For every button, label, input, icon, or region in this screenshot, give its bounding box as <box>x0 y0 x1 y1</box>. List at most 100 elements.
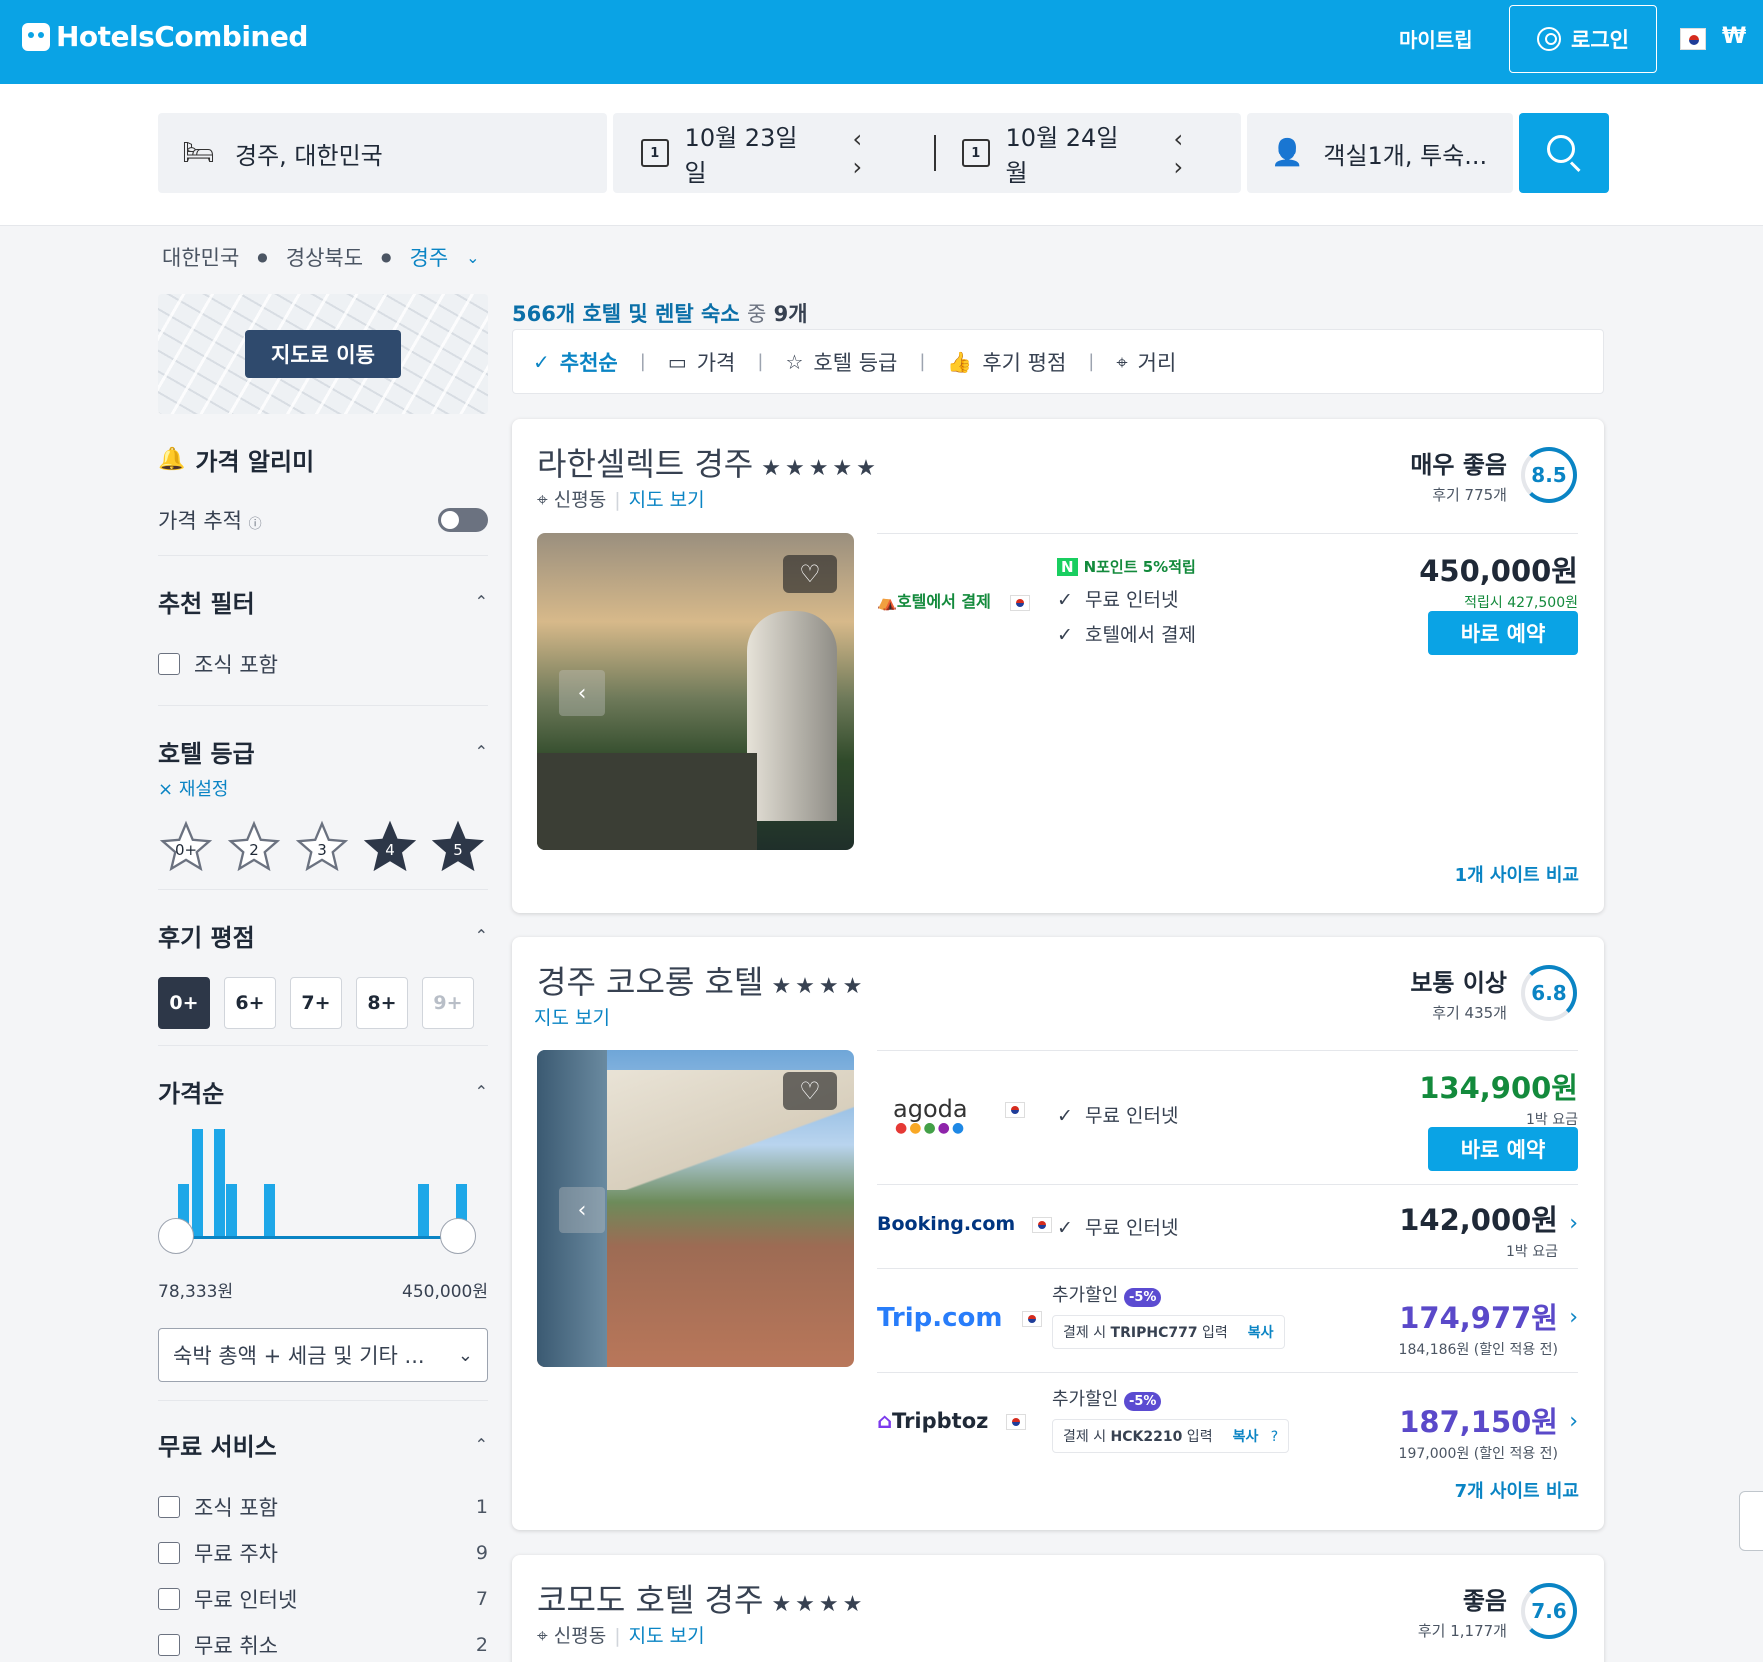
search-button[interactable] <box>1519 113 1609 193</box>
chevron-up-icon[interactable]: ⌃ <box>475 926 488 945</box>
free-service-checkbox[interactable] <box>158 1542 180 1564</box>
sort-review-score[interactable]: 후기 평점 <box>982 347 1066 377</box>
view-map-link[interactable]: 지도 보기 <box>629 1625 705 1647</box>
reset-link[interactable]: × 재설정 <box>158 775 488 801</box>
star-filter-0[interactable]: 0+ <box>158 819 214 875</box>
sort-price[interactable]: 가격 <box>697 347 736 377</box>
price-track-toggle[interactable] <box>438 508 488 532</box>
price-slider-min-handle[interactable] <box>158 1218 194 1254</box>
view-map-link[interactable]: 지도 보기 <box>629 489 705 511</box>
date-range-field[interactable]: 1 10월 23일 일 ‹ › 1 10월 24일 월 ‹ › <box>613 113 1241 193</box>
checkout-value[interactable]: 10월 24일 월 <box>1006 118 1146 188</box>
copy-coupon-button[interactable]: 복사 <box>1248 1325 1274 1341</box>
heart-icon[interactable]: ♡ <box>783 1072 837 1110</box>
price-track-label: 가격 추적 <box>158 509 242 533</box>
recommended-filter-header[interactable]: 추천 필터 ⌃ <box>158 584 488 619</box>
info-icon[interactable]: ⓘ <box>249 517 262 532</box>
free-service-row[interactable]: 무료 인터넷 7 <box>158 1584 488 1614</box>
review-score-8[interactable]: 8+ <box>356 977 408 1029</box>
book-now-button[interactable]: 바로 예약 <box>1428 611 1578 655</box>
hotel-name[interactable]: 경주 코오롱 호텔 ★★★★ <box>537 957 866 1003</box>
checkin-arrows[interactable]: ‹ › <box>852 125 920 181</box>
free-service-row[interactable]: 조식 포함 1 <box>158 1492 488 1522</box>
date-divider <box>934 135 936 171</box>
help-icon[interactable]: ? <box>1271 1429 1278 1445</box>
hotel-name[interactable]: 라한셀렉트 경주 ★★★★★ <box>537 439 880 485</box>
chevron-up-icon[interactable]: ⌃ <box>475 1435 488 1454</box>
offer-row[interactable]: ⛺호텔에서 결제 N N포인트 5%적립 ✓ 무료 인터넷 ✓ 호텔에서 결제 4… <box>877 533 1578 693</box>
sort-distance[interactable]: 거리 <box>1138 347 1177 377</box>
chevron-left-icon[interactable]: ‹ <box>559 1187 605 1233</box>
sort-hotel-class[interactable]: 호텔 등급 <box>813 347 897 377</box>
coupon-code: TRIPHC777 <box>1110 1325 1198 1341</box>
chevron-left-icon[interactable]: ‹ <box>559 670 605 716</box>
breadcrumb-city[interactable]: 경주 <box>410 242 449 272</box>
chevron-up-icon[interactable]: ⌃ <box>475 1082 488 1101</box>
korea-flag-icon[interactable] <box>1680 28 1706 50</box>
hotel-photo[interactable]: ♡ ‹ <box>537 533 854 850</box>
chevron-up-icon[interactable]: ⌃ <box>475 592 488 611</box>
free-services-header[interactable]: 무료 서비스 ⌃ <box>158 1427 488 1462</box>
feedback-tab[interactable] <box>1739 1491 1763 1551</box>
compare-sites-link[interactable]: 7개 사이트 비교 <box>1455 1477 1579 1503</box>
my-trip-link[interactable]: 마이트립 <box>1399 24 1473 53</box>
review-score-7[interactable]: 7+ <box>290 977 342 1029</box>
map-preview[interactable]: 지도로 이동 <box>158 294 488 414</box>
korea-flag-icon <box>1005 1102 1026 1118</box>
price-max-label: 450,000원 <box>402 1282 488 1302</box>
free-service-row[interactable]: 무료 취소 2 <box>158 1630 488 1660</box>
offer-features: N N포인트 5%적립 ✓ 무료 인터넷 ✓ 호텔에서 결제 <box>1057 556 1196 655</box>
breadcrumb-country[interactable]: 대한민국 <box>162 242 239 272</box>
breakfast-checkbox-row[interactable]: 조식 포함 <box>158 649 488 679</box>
free-service-checkbox[interactable] <box>158 1496 180 1518</box>
destination-field[interactable]: 🛏 경주, 대한민국 <box>158 113 607 193</box>
sort-recommended[interactable]: 추천순 <box>560 347 618 377</box>
login-button[interactable]: 로그인 <box>1509 5 1657 73</box>
offer-row[interactable]: Trip.com 추가할인 -5% 결제 시 TRIPHC777 입력 복사 17… <box>877 1268 1578 1372</box>
chevron-up-icon[interactable]: ⌃ <box>475 742 488 761</box>
star-filter-3[interactable]: 3 <box>294 819 350 875</box>
currency-selector[interactable]: ₩ <box>1722 24 1746 49</box>
price-slider-max-handle[interactable] <box>440 1218 476 1254</box>
price-track-row: 가격 추적 ⓘ <box>158 505 488 535</box>
go-to-map-button[interactable]: 지도로 이동 <box>245 330 401 378</box>
checkin-value[interactable]: 10월 23일 일 <box>685 118 825 188</box>
price-alert-header: 🔔 가격 알리미 <box>158 442 488 477</box>
review-score-0[interactable]: 0+ <box>158 977 210 1029</box>
book-now-button[interactable]: 바로 예약 <box>1428 1127 1578 1171</box>
chevron-right-icon[interactable]: › <box>1569 1305 1578 1330</box>
logo[interactable]: HotelsCombined <box>22 20 308 53</box>
korea-flag-icon <box>1005 1414 1026 1430</box>
copy-coupon-button[interactable]: 복사 <box>1233 1429 1259 1445</box>
heart-icon[interactable]: ♡ <box>783 555 837 593</box>
divider <box>158 889 488 890</box>
provider-name: Trip.com <box>877 1303 1003 1333</box>
hotel-name[interactable]: 코모도 호텔 경주 ★★★★ <box>537 1575 866 1621</box>
free-service-checkbox[interactable] <box>158 1634 180 1656</box>
breadcrumb-province[interactable]: 경상북도 <box>286 242 363 272</box>
offer-row[interactable]: ⌂Tripbtoz 추가할인 -5% 결제 시 HCK2210 입력 복사 ? 1… <box>877 1372 1578 1476</box>
checkout-arrows[interactable]: ‹ › <box>1173 125 1241 181</box>
free-service-checkbox[interactable] <box>158 1588 180 1610</box>
price-mode-select[interactable]: 숙박 총액 + 세금 및 기타 ... ⌄ <box>158 1328 488 1382</box>
chevron-right-icon[interactable]: › <box>1569 1211 1578 1236</box>
breakfast-checkbox[interactable] <box>158 653 180 675</box>
star-filter-5[interactable]: 5 <box>430 819 486 875</box>
offer-row[interactable]: Booking.com ✓ 무료 인터넷 142,000원 1박 요금 › <box>877 1184 1578 1268</box>
guests-field[interactable]: 👤 객실1개, 투숙... <box>1247 113 1513 193</box>
histogram-bar <box>226 1184 237 1239</box>
hotel-class-header[interactable]: 호텔 등급 ⌃ <box>158 734 488 769</box>
compare-sites-link[interactable]: 1개 사이트 비교 <box>1455 861 1579 887</box>
offer-row[interactable]: agoda ●●●●● ✓ 무료 인터넷 134,900원 1박 요금 바로 예… <box>877 1050 1578 1184</box>
hotel-photo[interactable]: ♡ ‹ <box>537 1050 854 1367</box>
chevron-right-icon[interactable]: › <box>1569 1409 1578 1434</box>
price-alert-title: 가격 알리미 <box>195 448 315 476</box>
star-filter-4[interactable]: 4 <box>362 819 418 875</box>
chevron-down-icon[interactable]: ⌄ <box>466 248 479 267</box>
free-service-row[interactable]: 무료 주차 9 <box>158 1538 488 1568</box>
review-score-header[interactable]: 후기 평점 ⌃ <box>158 918 488 953</box>
view-map-link[interactable]: 지도 보기 <box>534 1007 610 1029</box>
star-filter-2[interactable]: 2 <box>226 819 282 875</box>
price-header[interactable]: 가격순 ⌃ <box>158 1074 488 1109</box>
review-score-6[interactable]: 6+ <box>224 977 276 1029</box>
